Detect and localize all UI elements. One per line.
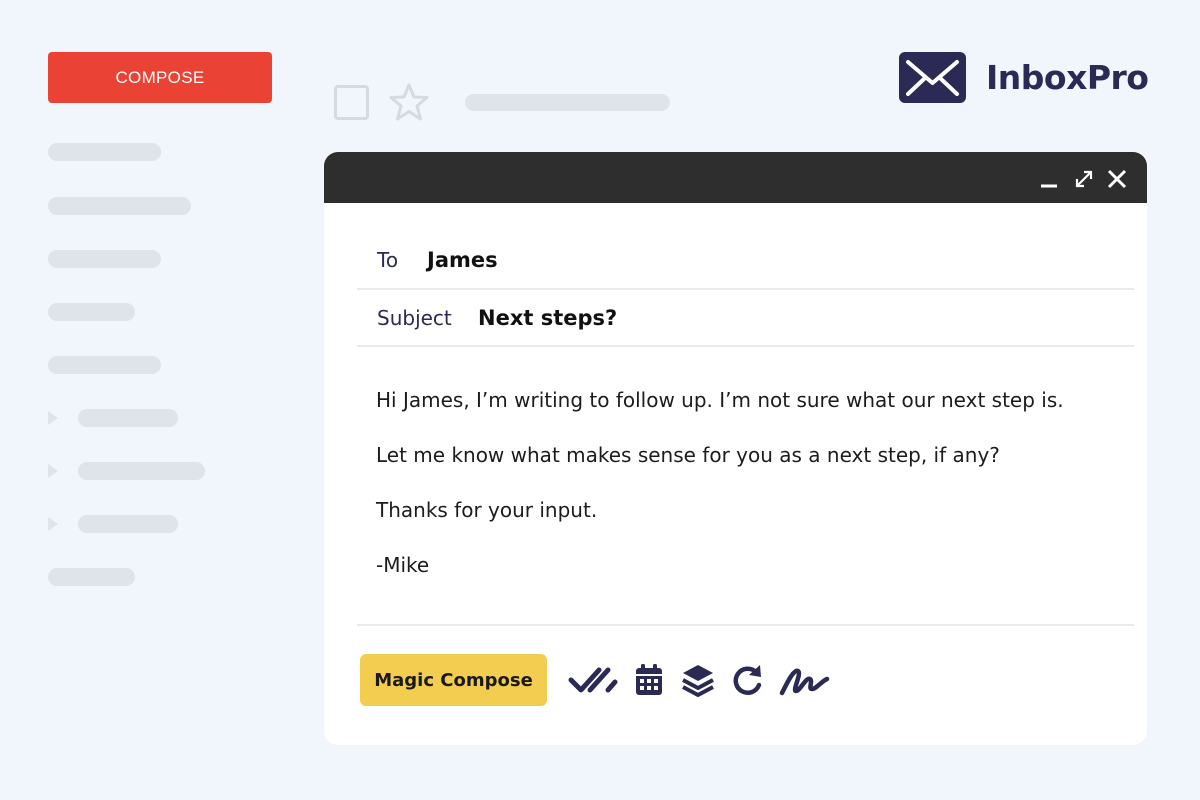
compose-window: To James Subject Next steps? Hi James, I… (324, 152, 1147, 745)
to-value[interactable]: James (427, 248, 498, 272)
to-label: To (377, 248, 399, 272)
footer-divider (357, 624, 1134, 626)
sidebar-folder[interactable] (48, 515, 178, 533)
sidebar-nav (48, 143, 228, 593)
sidebar-item[interactable] (48, 356, 161, 374)
select-checkbox[interactable] (334, 85, 369, 120)
sidebar-item[interactable] (48, 197, 191, 215)
subject-label: Subject (377, 305, 452, 330)
double-check-icon[interactable] (568, 661, 618, 699)
subject-field[interactable]: Subject Next steps? (357, 290, 1134, 347)
sidebar-item[interactable] (48, 568, 135, 586)
brand-name: InboxPro (986, 58, 1149, 97)
body-line: -Mike (376, 553, 430, 577)
calendar-icon[interactable] (632, 661, 666, 699)
body-line: Thanks for your input. (376, 498, 598, 522)
email-body[interactable]: Hi James, I’m writing to follow up. I’m … (376, 380, 1136, 600)
envelope-logo-icon (899, 52, 966, 103)
sidebar-item[interactable] (48, 303, 135, 321)
minimize-icon[interactable] (1038, 168, 1060, 190)
subject-value[interactable]: Next steps? (478, 306, 617, 330)
brand-logo: InboxPro (899, 52, 1149, 103)
sidebar-item[interactable] (48, 250, 161, 268)
caret-right-icon[interactable] (48, 517, 58, 531)
star-icon[interactable] (388, 82, 430, 122)
magic-compose-button[interactable]: Magic Compose (360, 654, 547, 706)
close-icon[interactable] (1106, 168, 1128, 190)
body-line: Let me know what makes sense for you as … (376, 443, 1000, 467)
window-titlebar (324, 152, 1147, 203)
sidebar-item[interactable] (48, 143, 161, 161)
layers-icon[interactable] (680, 661, 716, 699)
redo-icon[interactable] (728, 661, 766, 699)
to-field[interactable]: To James (357, 232, 1134, 290)
caret-right-icon[interactable] (48, 464, 58, 478)
subject-placeholder (465, 94, 670, 111)
compose-button[interactable]: COMPOSE (48, 52, 272, 103)
sidebar-folder[interactable] (48, 409, 178, 427)
body-line: Hi James, I’m writing to follow up. I’m … (376, 388, 1064, 412)
expand-icon[interactable] (1073, 168, 1095, 190)
caret-right-icon[interactable] (48, 411, 58, 425)
sidebar-folder[interactable] (48, 462, 205, 480)
signature-icon[interactable] (778, 661, 830, 699)
